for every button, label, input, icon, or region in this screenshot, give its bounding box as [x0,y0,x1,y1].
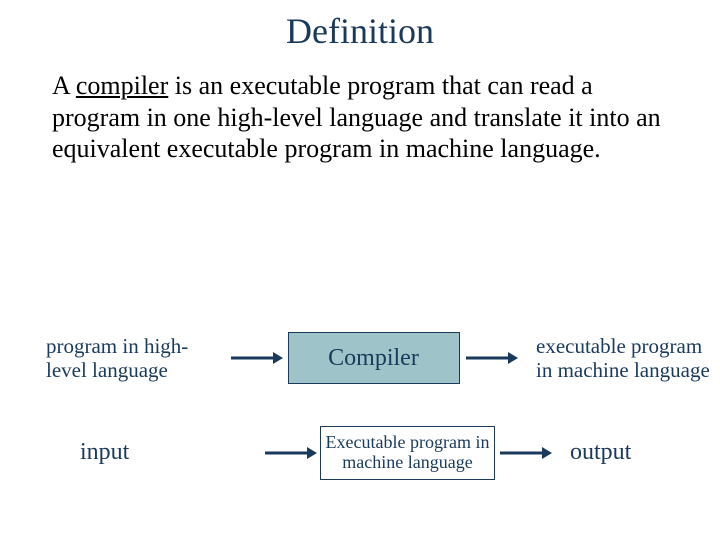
arrow-icon [495,445,555,461]
arrow-icon [461,350,521,366]
executable-box: Executable program in machine language [320,426,495,480]
flow-diagram: program in high-level language Compiler … [0,310,720,522]
row1-left-label: program in high-level language [0,334,226,382]
compiler-box: Compiler [288,332,460,384]
row1-right-label: executable program in machine language [521,334,720,382]
row2-right-label: output [555,439,720,467]
diagram-row-1: program in high-level language Compiler … [0,332,720,384]
arrow-icon [226,350,286,366]
term-compiler: compiler [76,71,168,100]
arrow-icon [260,445,320,461]
diagram-row-2: input Executable program in machine lang… [0,426,720,480]
row2-left-label: input [0,439,260,467]
definition-paragraph: A compiler is an executable program that… [52,70,672,165]
slide-title: Definition [0,10,720,52]
para-lead: A [52,71,76,100]
